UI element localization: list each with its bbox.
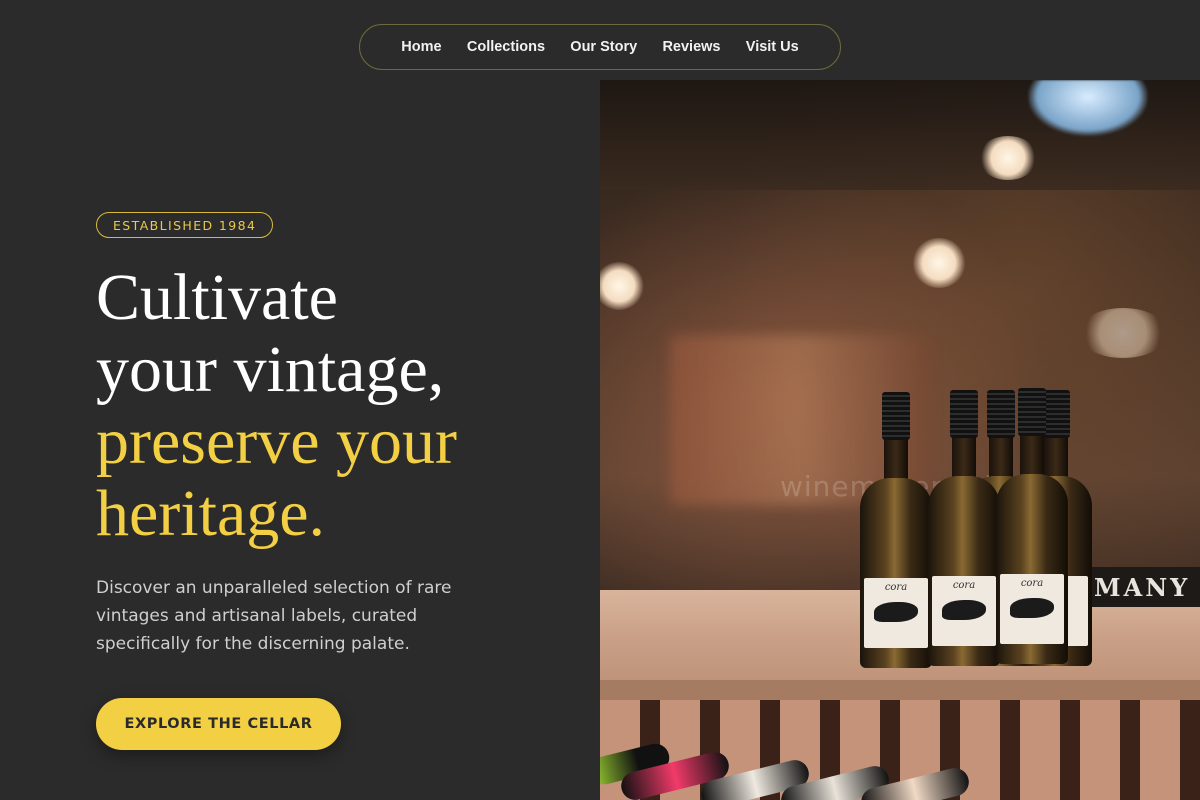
nav-home-link[interactable]: Home [401,39,441,55]
headline-line-2: your vintage, [96,333,445,406]
bokeh-light [978,136,1038,180]
racked-bottles [600,730,1200,800]
nav-reviews-link[interactable]: Reviews [662,39,720,55]
headline-line-3: preserve your [96,405,458,478]
bokeh-light [600,262,644,310]
wine-bottle: cora [996,388,1068,670]
wine-bottle: cora [928,390,1000,670]
bokeh-light [1078,308,1168,358]
bottle-label-brand: cora [884,582,908,593]
headline-line-1: Cultivate [96,261,338,334]
main-nav: Home Collections Our Story Reviews Visit… [359,24,841,70]
bar-sign: MANY [1090,567,1200,607]
wine-bar-photo: winemakers.site MANY cora cora cora [600,80,1200,800]
established-badge: ESTABLISHED 1984 [96,212,274,238]
headline-line-4: heritage. [96,477,326,550]
pendant-lamp [1028,80,1148,136]
bottle-label-brand: cora [1020,578,1044,589]
page: Home Collections Our Story Reviews Visit… [0,0,1200,800]
bokeh-light [912,238,966,288]
nav-visit-us-link[interactable]: Visit Us [746,39,799,55]
hero-description: Discover an unparalleled selection of ra… [96,578,452,654]
wine-bottle: cora [860,392,932,668]
bottle-label-brand: cora [952,580,976,591]
explore-cellar-button[interactable]: EXPLORE THE CELLAR [96,698,341,750]
nav-collections-link[interactable]: Collections [467,39,545,55]
nav-our-story-link[interactable]: Our Story [570,39,637,55]
hero-headline: Cultivate your vintage, preserve your he… [96,262,576,550]
counter-edge [600,680,1200,700]
